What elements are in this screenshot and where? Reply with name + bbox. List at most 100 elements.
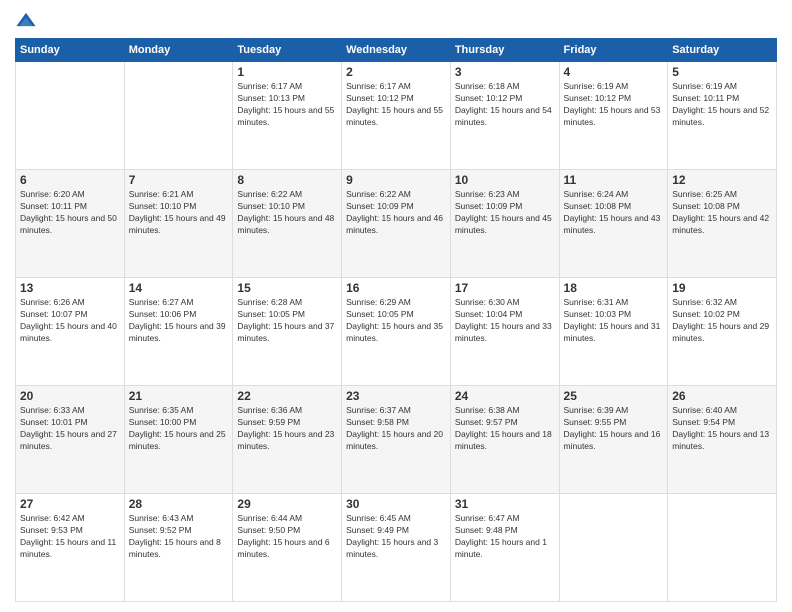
day-cell: 17 Sunrise: 6:30 AM Sunset: 10:04 PM Dayl… <box>450 278 559 386</box>
day-number: 1 <box>237 65 337 79</box>
day-cell: 7 Sunrise: 6:21 AM Sunset: 10:10 PM Dayli… <box>124 170 233 278</box>
day-cell: 8 Sunrise: 6:22 AM Sunset: 10:10 PM Dayli… <box>233 170 342 278</box>
day-number: 29 <box>237 497 337 511</box>
day-cell: 6 Sunrise: 6:20 AM Sunset: 10:11 PM Dayli… <box>16 170 125 278</box>
logo-icon <box>15 10 37 32</box>
day-cell: 14 Sunrise: 6:27 AM Sunset: 10:06 PM Dayl… <box>124 278 233 386</box>
day-info: Sunrise: 6:17 AM Sunset: 10:13 PM Daylig… <box>237 81 337 129</box>
day-cell: 18 Sunrise: 6:31 AM Sunset: 10:03 PM Dayl… <box>559 278 668 386</box>
week-row-3: 13 Sunrise: 6:26 AM Sunset: 10:07 PM Dayl… <box>16 278 777 386</box>
weekday-header-saturday: Saturday <box>668 39 777 62</box>
day-cell <box>559 494 668 602</box>
day-number: 9 <box>346 173 446 187</box>
day-cell: 15 Sunrise: 6:28 AM Sunset: 10:05 PM Dayl… <box>233 278 342 386</box>
day-info: Sunrise: 6:42 AM Sunset: 9:53 PM Dayligh… <box>20 513 120 561</box>
week-row-4: 20Sunrise: 6:33 AM Sunset: 10:01 PM Dayl… <box>16 386 777 494</box>
day-cell: 20Sunrise: 6:33 AM Sunset: 10:01 PM Dayl… <box>16 386 125 494</box>
day-info: Sunrise: 6:37 AM Sunset: 9:58 PM Dayligh… <box>346 405 446 453</box>
day-number: 25 <box>564 389 664 403</box>
day-info: Sunrise: 6:31 AM Sunset: 10:03 PM Daylig… <box>564 297 664 345</box>
calendar-table: SundayMondayTuesdayWednesdayThursdayFrid… <box>15 38 777 602</box>
day-cell: 12 Sunrise: 6:25 AM Sunset: 10:08 PM Dayl… <box>668 170 777 278</box>
day-info: Sunrise: 6:25 AM Sunset: 10:08 PM Daylig… <box>672 189 772 237</box>
day-cell: 10 Sunrise: 6:23 AM Sunset: 10:09 PM Dayl… <box>450 170 559 278</box>
day-number: 8 <box>237 173 337 187</box>
day-number: 14 <box>129 281 229 295</box>
day-number: 21 <box>129 389 229 403</box>
day-number: 23 <box>346 389 446 403</box>
day-info: Sunrise: 6:24 AM Sunset: 10:08 PM Daylig… <box>564 189 664 237</box>
day-number: 6 <box>20 173 120 187</box>
day-number: 30 <box>346 497 446 511</box>
day-info: Sunrise: 6:17 AM Sunset: 10:12 PM Daylig… <box>346 81 446 129</box>
day-number: 24 <box>455 389 555 403</box>
day-info: Sunrise: 6:32 AM Sunset: 10:02 PM Daylig… <box>672 297 772 345</box>
day-number: 11 <box>564 173 664 187</box>
day-number: 10 <box>455 173 555 187</box>
day-info: Sunrise: 6:39 AM Sunset: 9:55 PM Dayligh… <box>564 405 664 453</box>
day-cell: 1 Sunrise: 6:17 AM Sunset: 10:13 PM Dayli… <box>233 62 342 170</box>
weekday-header-monday: Monday <box>124 39 233 62</box>
day-info: Sunrise: 6:22 AM Sunset: 10:09 PM Daylig… <box>346 189 446 237</box>
day-cell <box>668 494 777 602</box>
day-cell: 3Sunrise: 6:18 AM Sunset: 10:12 PM Dayli… <box>450 62 559 170</box>
day-cell: 21 Sunrise: 6:35 AM Sunset: 10:00 PM Dayl… <box>124 386 233 494</box>
day-number: 17 <box>455 281 555 295</box>
day-info: Sunrise: 6:29 AM Sunset: 10:05 PM Daylig… <box>346 297 446 345</box>
day-info: Sunrise: 6:21 AM Sunset: 10:10 PM Daylig… <box>129 189 229 237</box>
weekday-header-wednesday: Wednesday <box>342 39 451 62</box>
weekday-header-thursday: Thursday <box>450 39 559 62</box>
day-info: Sunrise: 6:18 AM Sunset: 10:12 PM Daylig… <box>455 81 555 129</box>
day-cell: 24 Sunrise: 6:38 AM Sunset: 9:57 PM Dayli… <box>450 386 559 494</box>
day-number: 31 <box>455 497 555 511</box>
day-info: Sunrise: 6:47 AM Sunset: 9:48 PM Dayligh… <box>455 513 555 561</box>
week-row-2: 6 Sunrise: 6:20 AM Sunset: 10:11 PM Dayli… <box>16 170 777 278</box>
day-cell: 23 Sunrise: 6:37 AM Sunset: 9:58 PM Dayli… <box>342 386 451 494</box>
day-info: Sunrise: 6:38 AM Sunset: 9:57 PM Dayligh… <box>455 405 555 453</box>
day-info: Sunrise: 6:45 AM Sunset: 9:49 PM Dayligh… <box>346 513 446 561</box>
day-cell: 5Sunrise: 6:19 AM Sunset: 10:11 PM Dayli… <box>668 62 777 170</box>
day-cell: 22Sunrise: 6:36 AM Sunset: 9:59 PM Dayli… <box>233 386 342 494</box>
day-info: Sunrise: 6:19 AM Sunset: 10:12 PM Daylig… <box>564 81 664 129</box>
day-number: 16 <box>346 281 446 295</box>
day-cell: 29 Sunrise: 6:44 AM Sunset: 9:50 PM Dayli… <box>233 494 342 602</box>
day-cell: 9 Sunrise: 6:22 AM Sunset: 10:09 PM Dayli… <box>342 170 451 278</box>
day-info: Sunrise: 6:40 AM Sunset: 9:54 PM Dayligh… <box>672 405 772 453</box>
day-info: Sunrise: 6:43 AM Sunset: 9:52 PM Dayligh… <box>129 513 229 561</box>
day-cell: 28 Sunrise: 6:43 AM Sunset: 9:52 PM Dayli… <box>124 494 233 602</box>
weekday-header-tuesday: Tuesday <box>233 39 342 62</box>
weekday-header-friday: Friday <box>559 39 668 62</box>
day-info: Sunrise: 6:28 AM Sunset: 10:05 PM Daylig… <box>237 297 337 345</box>
day-info: Sunrise: 6:44 AM Sunset: 9:50 PM Dayligh… <box>237 513 337 561</box>
day-number: 20 <box>20 389 120 403</box>
day-number: 4 <box>564 65 664 79</box>
day-info: Sunrise: 6:20 AM Sunset: 10:11 PM Daylig… <box>20 189 120 237</box>
day-info: Sunrise: 6:26 AM Sunset: 10:07 PM Daylig… <box>20 297 120 345</box>
day-number: 13 <box>20 281 120 295</box>
day-number: 27 <box>20 497 120 511</box>
day-cell <box>124 62 233 170</box>
week-row-1: 1 Sunrise: 6:17 AM Sunset: 10:13 PM Dayli… <box>16 62 777 170</box>
day-info: Sunrise: 6:27 AM Sunset: 10:06 PM Daylig… <box>129 297 229 345</box>
day-cell: 27 Sunrise: 6:42 AM Sunset: 9:53 PM Dayli… <box>16 494 125 602</box>
day-number: 28 <box>129 497 229 511</box>
day-info: Sunrise: 6:23 AM Sunset: 10:09 PM Daylig… <box>455 189 555 237</box>
day-info: Sunrise: 6:30 AM Sunset: 10:04 PM Daylig… <box>455 297 555 345</box>
day-cell: 25 Sunrise: 6:39 AM Sunset: 9:55 PM Dayli… <box>559 386 668 494</box>
day-cell: 16 Sunrise: 6:29 AM Sunset: 10:05 PM Dayl… <box>342 278 451 386</box>
day-number: 7 <box>129 173 229 187</box>
day-number: 5 <box>672 65 772 79</box>
day-number: 26 <box>672 389 772 403</box>
day-number: 18 <box>564 281 664 295</box>
day-number: 2 <box>346 65 446 79</box>
day-info: Sunrise: 6:22 AM Sunset: 10:10 PM Daylig… <box>237 189 337 237</box>
logo <box>15 10 41 32</box>
page: SundayMondayTuesdayWednesdayThursdayFrid… <box>0 0 792 612</box>
day-number: 19 <box>672 281 772 295</box>
day-number: 12 <box>672 173 772 187</box>
weekday-header-sunday: Sunday <box>16 39 125 62</box>
day-number: 15 <box>237 281 337 295</box>
day-info: Sunrise: 6:35 AM Sunset: 10:00 PM Daylig… <box>129 405 229 453</box>
day-number: 22 <box>237 389 337 403</box>
week-row-5: 27 Sunrise: 6:42 AM Sunset: 9:53 PM Dayli… <box>16 494 777 602</box>
